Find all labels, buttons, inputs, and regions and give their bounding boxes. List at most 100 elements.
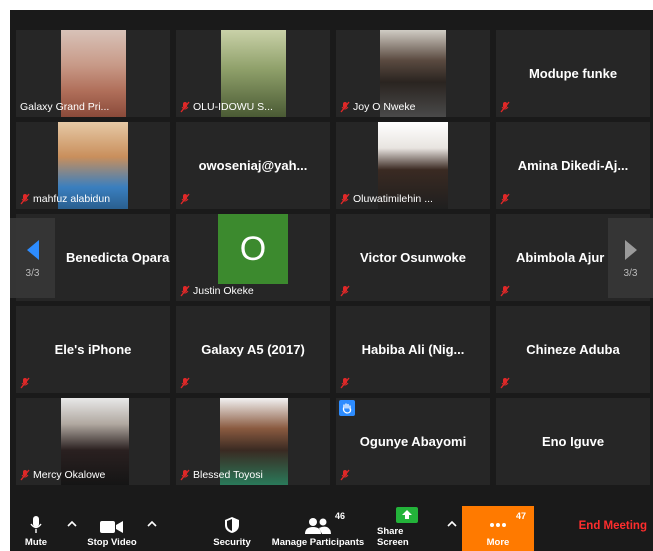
participant-name: Eno Iguve [541,434,605,449]
mic-off-icon [20,377,30,388]
participant-name: Joy O Nweke [353,100,416,113]
more-label: More [486,537,510,548]
video-camera-icon [100,521,123,533]
security-button[interactable]: Security [210,506,254,551]
share-screen-icon [396,507,418,523]
share-screen-label: Share Screen [377,526,409,548]
mic-off-icon [20,469,30,480]
participant-name: Galaxy Grand Pri... [20,100,110,113]
participant-tile[interactable]: Habiba Ali (Nig... [336,306,490,393]
participant-name: owoseniaj@yah... [198,158,308,173]
participant-name: Galaxy A5 (2017) [201,342,305,357]
participant-label: Galaxy Grand Pri... [19,99,112,114]
mic-off-icon [340,285,350,296]
chevron-up-icon[interactable] [147,520,157,528]
participant-label [339,467,353,482]
participant-label: Mercy Okalowe [19,467,108,482]
next-page-button[interactable]: 3/3 [608,218,653,298]
participant-label: OLU-IDOWU S... [179,99,276,114]
shield-icon [225,517,239,533]
manage-participants-button[interactable]: Manage Participants [270,506,366,551]
participant-tile[interactable]: O Justin Okeke [176,214,330,301]
end-meeting-button[interactable]: End Meeting [579,520,647,532]
manage-participants-label: Manage Participants [271,537,365,548]
page-indicator: 3/3 [25,267,40,279]
mic-off-icon [180,377,190,388]
participant-tile[interactable]: owoseniaj@yah... [176,122,330,209]
participant-name: Blessed Toyosi [193,468,263,481]
participant-tile[interactable]: OLU-IDOWU S... [176,30,330,117]
participant-tile[interactable]: Ele's iPhone [16,306,170,393]
participant-tile[interactable]: Joy O Nweke [336,30,490,117]
microphone-icon [30,516,42,533]
participant-name: Victor Osunwoke [360,250,466,265]
mic-off-icon [500,101,510,112]
security-label: Security [213,537,251,548]
participant-label: Blessed Toyosi [179,467,266,482]
participant-label: Joy O Nweke [339,99,418,114]
participant-label [179,191,193,206]
mute-label: Mute [24,537,48,548]
participant-tile[interactable]: Chineze Aduba [496,306,650,393]
mic-off-icon [340,469,350,480]
participant-label [19,375,33,390]
mute-button[interactable]: Mute [16,506,56,551]
participant-tile[interactable]: Ogunye Abayomi [336,398,490,485]
participant-label [179,375,193,390]
mic-off-icon [340,101,350,112]
mic-off-icon [20,193,30,204]
participant-tile[interactable]: Amina Dikedi-Aj... [496,122,650,209]
page-indicator: 3/3 [623,267,638,279]
mic-off-icon [500,285,510,296]
participant-tile[interactable]: Oluwatimilehin ... [336,122,490,209]
stop-video-label: Stop Video [87,537,137,548]
participant-tile[interactable]: mahfuz alabidun [16,122,170,209]
participant-label: Justin Okeke [179,283,257,298]
avatar: O [218,214,288,284]
chevron-up-icon[interactable] [447,520,457,528]
mic-off-icon [180,101,190,112]
mic-off-icon [180,285,190,296]
participant-count-badge: 46 [335,511,346,521]
participant-label: mahfuz alabidun [19,191,113,206]
participant-name: Ogunye Abayomi [359,434,467,449]
chevron-up-icon[interactable] [67,520,77,528]
participant-label [499,191,513,206]
participant-label [499,375,513,390]
participant-tile[interactable]: Blessed Toyosi [176,398,330,485]
chevron-right-icon [624,239,637,260]
participant-label [499,283,513,298]
prev-page-button[interactable]: 3/3 [10,218,55,298]
participant-name: mahfuz alabidun [33,192,111,205]
participant-name: Ele's iPhone [54,342,132,357]
mic-off-icon [180,193,190,204]
mic-off-icon [340,377,350,388]
participant-label [339,283,353,298]
mic-off-icon [500,377,510,388]
participant-name: Oluwatimilehin ... [353,192,433,205]
participant-tile[interactable]: Victor Osunwoke [336,214,490,301]
participant-label: Oluwatimilehin ... [339,191,436,206]
participant-tile[interactable]: Galaxy Grand Pri... [16,30,170,117]
participant-name: Benedicta Opara [66,250,170,265]
chevron-left-icon [26,239,39,260]
mic-off-icon [340,193,350,204]
stop-video-button[interactable]: Stop Video [82,506,142,551]
participant-name: Habiba Ali (Nig... [361,342,465,357]
more-dots-icon [490,523,506,527]
participant-tile[interactable]: Mercy Okalowe [16,398,170,485]
participant-name: Justin Okeke [193,284,254,297]
participant-name: Mercy Okalowe [33,468,106,481]
participant-name: Chineze Aduba [526,342,620,357]
participant-tile[interactable]: Eno Iguve [496,398,650,485]
participant-label [339,375,353,390]
participant-tile[interactable]: Modupe funke [496,30,650,117]
share-screen-button[interactable]: Share Screen [377,506,437,551]
mic-off-icon [500,193,510,204]
more-count-badge: 47 [516,511,527,521]
participant-label [499,99,513,114]
participant-name: OLU-IDOWU S... [193,100,273,113]
participant-tile[interactable]: Galaxy A5 (2017) [176,306,330,393]
participants-icon [305,518,331,534]
mic-off-icon [180,469,190,480]
